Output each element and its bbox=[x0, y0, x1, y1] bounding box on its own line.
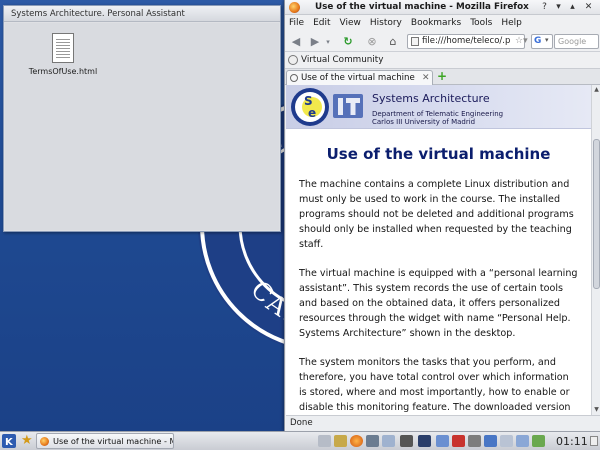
menu-help[interactable]: Help bbox=[501, 18, 522, 28]
menu-bookmarks[interactable]: Bookmarks bbox=[411, 18, 461, 28]
banner-title: Systems Architecture bbox=[372, 92, 490, 105]
monitor-icon[interactable] bbox=[418, 435, 431, 447]
scroll-up-icon[interactable]: ▲ bbox=[592, 85, 600, 95]
taskbar-item-label: Use of the virtual machine - Mozilla F bbox=[53, 436, 173, 446]
clock[interactable]: 01:11 bbox=[556, 433, 588, 450]
url-input[interactable]: file:///home/teleco/.p bbox=[407, 34, 525, 49]
update-icon[interactable] bbox=[532, 435, 545, 447]
search-engine-selector[interactable]: G ▾ bbox=[531, 34, 553, 49]
taskbar: K ★ Use of the virtual machine - Mozilla… bbox=[0, 431, 600, 450]
firefox-icon[interactable] bbox=[289, 2, 300, 13]
vertical-scrollbar[interactable]: ▲ ▼ bbox=[591, 85, 600, 415]
paragraph: The machine contains a complete Linux di… bbox=[299, 179, 574, 250]
editor-icon[interactable] bbox=[382, 435, 395, 447]
bookmark-star-icon[interactable]: ☆▾ bbox=[515, 34, 528, 49]
tab-label: Use of the virtual machine bbox=[301, 73, 415, 83]
banner-university: Carlos III University of Madrid bbox=[372, 118, 476, 126]
tab-bar: Use of the virtual machine ✕ + bbox=[285, 69, 600, 85]
forward-icon[interactable]: ▶ bbox=[308, 35, 322, 49]
kde-menu-icon[interactable]: K bbox=[2, 434, 16, 448]
history-dropdown-icon[interactable]: ▾ bbox=[321, 35, 335, 49]
maximize-button[interactable]: ▴ bbox=[567, 2, 578, 13]
home-icon[interactable]: ⌂ bbox=[386, 35, 400, 49]
new-tab-icon[interactable]: + bbox=[437, 69, 447, 84]
menu-file[interactable]: File bbox=[289, 18, 304, 28]
page-heading: Use of the virtual machine bbox=[326, 145, 551, 163]
terms-of-use-file[interactable]: TermsOfUse.html bbox=[23, 33, 103, 76]
battery-icon[interactable] bbox=[500, 435, 513, 447]
file-manager-icon[interactable] bbox=[334, 435, 347, 447]
firefox-window[interactable]: Use of the virtual machine - Mozilla Fir… bbox=[284, 0, 600, 431]
console-icon[interactable] bbox=[400, 435, 413, 447]
firefox-titlebar[interactable]: Use of the virtual machine - Mozilla Fir… bbox=[285, 0, 600, 15]
scroll-down-icon[interactable]: ▼ bbox=[592, 405, 600, 415]
file-label[interactable]: TermsOfUse.html bbox=[23, 67, 103, 76]
paragraph: The virtual machine is equipped with a “… bbox=[299, 268, 578, 339]
status-bar: Done bbox=[286, 415, 600, 431]
scroll-thumb[interactable] bbox=[593, 139, 600, 289]
url-text: file:///home/teleco/.p bbox=[422, 36, 511, 46]
package-icon[interactable] bbox=[484, 435, 497, 447]
close-button[interactable]: ✕ bbox=[583, 2, 594, 13]
it-logo bbox=[333, 94, 363, 118]
menu-history[interactable]: History bbox=[370, 18, 402, 28]
menu-view[interactable]: View bbox=[340, 18, 361, 28]
bookmarks-toolbar: Virtual Community bbox=[285, 52, 600, 69]
tab-close-icon[interactable]: ✕ bbox=[422, 71, 430, 85]
taskbar-item-firefox[interactable]: Use of the virtual machine - Mozilla F bbox=[36, 433, 174, 449]
html-file-icon[interactable] bbox=[52, 33, 74, 63]
favorites-icon[interactable]: ★ bbox=[21, 432, 33, 450]
reload-icon[interactable]: ↻ bbox=[341, 35, 355, 49]
help-icon[interactable]: ? bbox=[539, 2, 550, 13]
firefox-icon bbox=[40, 437, 49, 446]
page-icon bbox=[411, 37, 419, 46]
minimize-button[interactable]: ▾ bbox=[553, 2, 564, 13]
menu-edit[interactable]: Edit bbox=[313, 18, 330, 28]
google-icon: G bbox=[534, 36, 542, 46]
bookmark-virtual-community[interactable]: Virtual Community bbox=[301, 52, 383, 69]
globe-icon bbox=[288, 55, 298, 65]
chevron-down-icon: ▾ bbox=[545, 36, 549, 44]
keyboard-layout-icon[interactable] bbox=[452, 435, 465, 447]
svg-text:e: e bbox=[308, 106, 316, 120]
terminal-icon[interactable] bbox=[366, 435, 379, 447]
show-desktop-icon[interactable] bbox=[590, 436, 598, 446]
firefox-launcher-icon[interactable] bbox=[350, 435, 363, 447]
stop-icon[interactable]: ⊗ bbox=[365, 35, 379, 49]
personal-assistant-window[interactable]: Systems Architecture. Personal Assistant… bbox=[3, 5, 281, 232]
svg-text:K: K bbox=[5, 437, 14, 448]
tab-page-icon bbox=[290, 74, 298, 82]
personal-assistant-titlebar[interactable]: Systems Architecture. Personal Assistant bbox=[4, 6, 280, 22]
wifi-icon[interactable] bbox=[516, 435, 529, 447]
banner-department: Department of Telematic Engineering bbox=[372, 110, 504, 118]
back-icon[interactable]: ◀ bbox=[289, 35, 303, 49]
tab-use-of-virtual-machine[interactable]: Use of the virtual machine ✕ bbox=[286, 70, 433, 85]
university-logo: S e bbox=[291, 88, 329, 126]
tray-app-icon[interactable] bbox=[318, 435, 331, 447]
menu-bar: File Edit View History Bookmarks Tools H… bbox=[285, 15, 600, 31]
personal-assistant-body: TermsOfUse.html bbox=[5, 23, 279, 230]
window-title: Use of the virtual machine - Mozilla Fir… bbox=[315, 2, 529, 12]
menu-tools[interactable]: Tools bbox=[470, 18, 492, 28]
search-input[interactable]: Google bbox=[554, 34, 599, 49]
network-icon[interactable] bbox=[436, 435, 449, 447]
page-banner: S e Systems Architecture Department of T… bbox=[286, 85, 591, 129]
navigation-toolbar: ◀ ▶ ▾ ↻ ⊗ ⌂ file:///home/teleco/.p ☆▾ G … bbox=[285, 31, 600, 52]
clipboard-icon[interactable] bbox=[468, 435, 481, 447]
paragraph: The system monitors the tasks that you p… bbox=[299, 357, 571, 413]
page-content: S e Systems Architecture Department of T… bbox=[286, 85, 591, 415]
